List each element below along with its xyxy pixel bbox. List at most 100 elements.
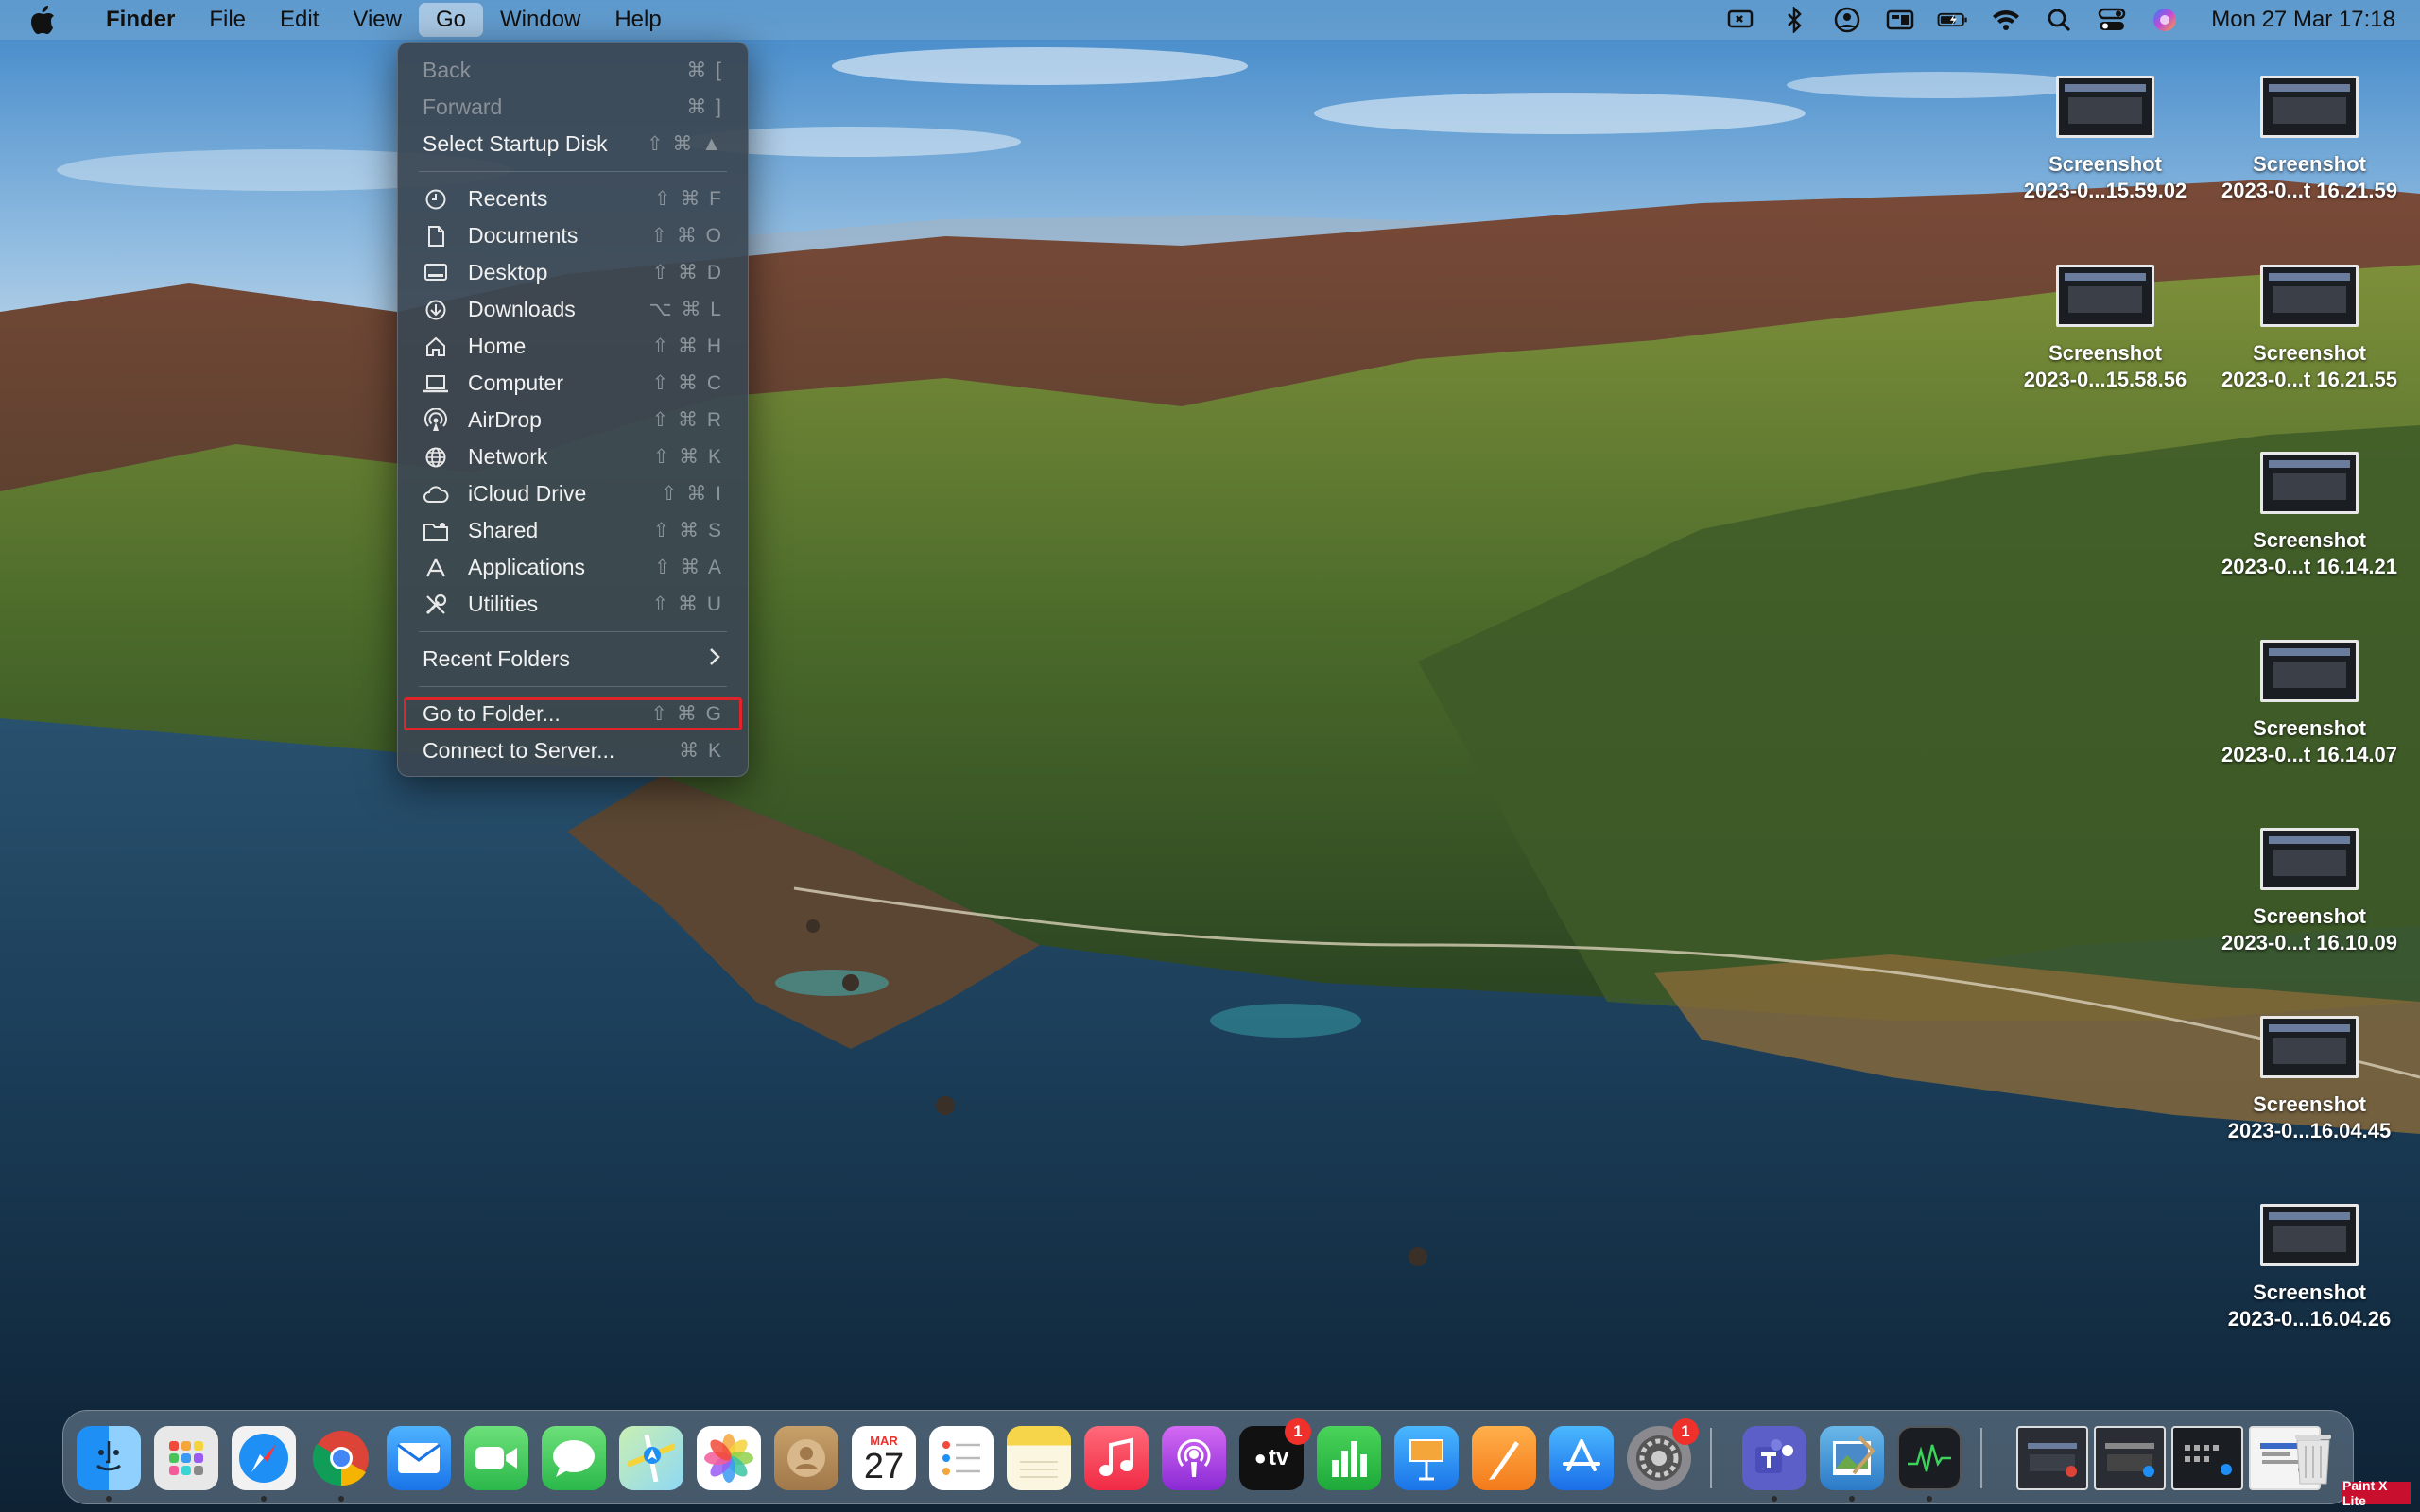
menu-item-shortcut: ⇧ ⌘ O — [650, 225, 723, 247]
menu-item-label: Network — [468, 444, 548, 469]
file-name-line1: Screenshot — [2253, 528, 2366, 552]
user-account-icon[interactable] — [1831, 4, 1863, 36]
menu-item-computer[interactable]: Computer ⇧ ⌘ C — [398, 365, 748, 402]
file-name-line2: 2023-0...t 16.21.55 — [2221, 368, 2397, 391]
menu-item-recents[interactable]: Recents ⇧ ⌘ F — [398, 180, 748, 217]
dock-maps-icon[interactable] — [619, 1426, 683, 1490]
menubar-clock[interactable]: Mon 27 Mar 17:18 — [2211, 7, 2395, 33]
dock-reminders-icon[interactable] — [929, 1426, 994, 1490]
menu-item-shared[interactable]: Shared ⇧ ⌘ S — [398, 512, 748, 549]
dock-notes-icon[interactable] — [1007, 1426, 1071, 1490]
menu-edit[interactable]: Edit — [263, 3, 336, 37]
siri-icon[interactable] — [2149, 4, 2181, 36]
dock-launchpad-icon[interactable] — [154, 1426, 218, 1490]
dock-tv-icon[interactable]: ● tv 1 — [1239, 1418, 1311, 1490]
dock-teams-icon[interactable] — [1742, 1426, 1806, 1490]
menu-finder[interactable]: Finder — [89, 3, 192, 37]
menu-item-network[interactable]: Network ⇧ ⌘ K — [398, 438, 748, 475]
dock-app-store-icon[interactable] — [1549, 1426, 1614, 1490]
display-icon[interactable] — [1884, 4, 1916, 36]
dock-messages-icon[interactable] — [542, 1426, 606, 1490]
menu-window[interactable]: Window — [483, 3, 597, 37]
control-center-icon[interactable] — [2096, 4, 2128, 36]
menu-item-back[interactable]: Back ⌘ [ — [398, 52, 748, 89]
apple-logo-icon[interactable] — [28, 4, 60, 36]
dock-window-thumbnail[interactable] — [2016, 1426, 2088, 1490]
home-icon — [423, 334, 449, 360]
desktop-file[interactable]: Screenshot 2023-0...t 16.21.55 — [2210, 265, 2409, 393]
menu-item-shortcut: ⇧ ⌘ ▲ — [646, 133, 723, 155]
menu-item-forward[interactable]: Forward ⌘ ] — [398, 89, 748, 126]
screenshot-thumbnail — [2056, 265, 2154, 327]
menu-item-applications[interactable]: Applications ⇧ ⌘ A — [398, 549, 748, 586]
screenshot-thumbnail — [2260, 265, 2359, 327]
dock-keynote-icon[interactable] — [1394, 1426, 1459, 1490]
file-name-line1: Screenshot — [2253, 716, 2366, 740]
menu-item-utilities[interactable]: Utilities ⇧ ⌘ U — [398, 586, 748, 623]
menu-item-documents[interactable]: Documents ⇧ ⌘ O — [398, 217, 748, 254]
airdrop-icon — [423, 407, 449, 434]
notification-badge: 1 — [1672, 1418, 1699, 1445]
dock-pages-icon[interactable] — [1472, 1426, 1536, 1490]
menu-item-shortcut: ⌥ ⌘ L — [648, 299, 723, 320]
menu-view[interactable]: View — [336, 3, 419, 37]
wifi-icon[interactable] — [1990, 4, 2022, 36]
dock-numbers-icon[interactable] — [1317, 1426, 1381, 1490]
desktop-file[interactable]: Screenshot 2023-0...16.04.45 — [2210, 1016, 2409, 1144]
menu-item-airdrop[interactable]: AirDrop ⇧ ⌘ R — [398, 402, 748, 438]
menu-item-connect-to-server[interactable]: Connect to Server... ⌘ K — [398, 732, 748, 769]
menu-item-select-startup-disk[interactable]: Select Startup Disk ⇧ ⌘ ▲ — [398, 126, 748, 163]
dock-mail-icon[interactable] — [387, 1426, 451, 1490]
dock-finder-icon[interactable] — [77, 1426, 141, 1490]
menu-item-downloads[interactable]: Downloads ⌥ ⌘ L — [398, 291, 748, 328]
desktop-file[interactable]: Screenshot 2023-0...t 16.14.07 — [2210, 640, 2409, 768]
dock-window-thumbnail[interactable] — [2094, 1426, 2166, 1490]
menu-item-desktop[interactable]: Desktop ⇧ ⌘ D — [398, 254, 748, 291]
bluetooth-icon[interactable] — [1778, 4, 1810, 36]
desktop-file[interactable]: Screenshot 2023-0...t 16.14.21 — [2210, 452, 2409, 580]
screenshot-thumbnail — [2260, 1204, 2359, 1266]
menu-file[interactable]: File — [192, 3, 263, 37]
running-indicator — [1927, 1496, 1932, 1502]
clock-icon — [423, 186, 449, 213]
battery-icon[interactable] — [1937, 4, 1969, 36]
desktop-file[interactable]: Screenshot 2023-0...16.04.26 — [2210, 1204, 2409, 1332]
menu-item-icloud-drive[interactable]: iCloud Drive ⇧ ⌘ I — [398, 475, 748, 512]
dock-trash-icon[interactable] — [2281, 1426, 2345, 1490]
file-name-line2: 2023-0...t 16.14.21 — [2221, 555, 2397, 578]
spotlight-search-icon[interactable] — [2043, 4, 2075, 36]
dock-photos-icon[interactable] — [697, 1426, 761, 1490]
desktop-file[interactable]: Screenshot 2023-0...t 16.21.59 — [2210, 76, 2409, 204]
menu-help[interactable]: Help — [597, 3, 678, 37]
menu-item-shortcut: ⇧ ⌘ S — [652, 520, 723, 541]
menu-go[interactable]: Go — [418, 3, 483, 37]
menu-item-shortcut: ⇧ ⌘ A — [653, 557, 723, 578]
menu-item-recent-folders[interactable]: Recent Folders — [398, 641, 748, 678]
menu-item-shortcut: ⌘ [ — [686, 60, 723, 81]
file-name-line2: 2023-0...16.04.45 — [2227, 1119, 2392, 1143]
screen-mirroring-icon[interactable] — [1725, 4, 1757, 36]
dock-activity-monitor-icon[interactable] — [1897, 1426, 1962, 1490]
dock-window-thumbnail[interactable] — [2171, 1426, 2243, 1490]
dock-calendar-icon[interactable]: MAR 27 — [852, 1426, 916, 1490]
dock-preview-icon[interactable] — [1820, 1426, 1884, 1490]
dock-music-icon[interactable] — [1084, 1426, 1149, 1490]
menu-item-label: Back — [423, 58, 472, 82]
dock-chrome-icon[interactable] — [309, 1426, 373, 1490]
dock-safari-icon[interactable] — [232, 1426, 296, 1490]
menu-item-go-to-folder[interactable]: Go to Folder... ⇧ ⌘ G — [398, 696, 748, 732]
applications-icon — [423, 555, 449, 581]
desktop-file[interactable]: Screenshot 2023-0...15.59.02 — [2006, 76, 2204, 204]
menu-item-label: Recent Folders — [423, 646, 570, 671]
menu-item-shortcut: ⇧ ⌘ U — [651, 593, 723, 615]
desktop-file[interactable]: Screenshot 2023-0...t 16.10.09 — [2210, 828, 2409, 956]
dock-system-settings-icon[interactable]: 1 — [1627, 1418, 1699, 1490]
file-name-line2: 2023-0...16.04.26 — [2227, 1307, 2392, 1331]
dock-facetime-icon[interactable] — [464, 1426, 528, 1490]
dock-podcasts-icon[interactable] — [1162, 1426, 1226, 1490]
menu-item-shortcut: ⇧ ⌘ D — [651, 262, 723, 284]
desktop-file[interactable]: Screenshot 2023-0...15.58.56 — [2006, 265, 2204, 393]
running-indicator — [1849, 1496, 1855, 1502]
menu-item-home[interactable]: Home ⇧ ⌘ H — [398, 328, 748, 365]
dock-contacts-icon[interactable] — [774, 1426, 838, 1490]
